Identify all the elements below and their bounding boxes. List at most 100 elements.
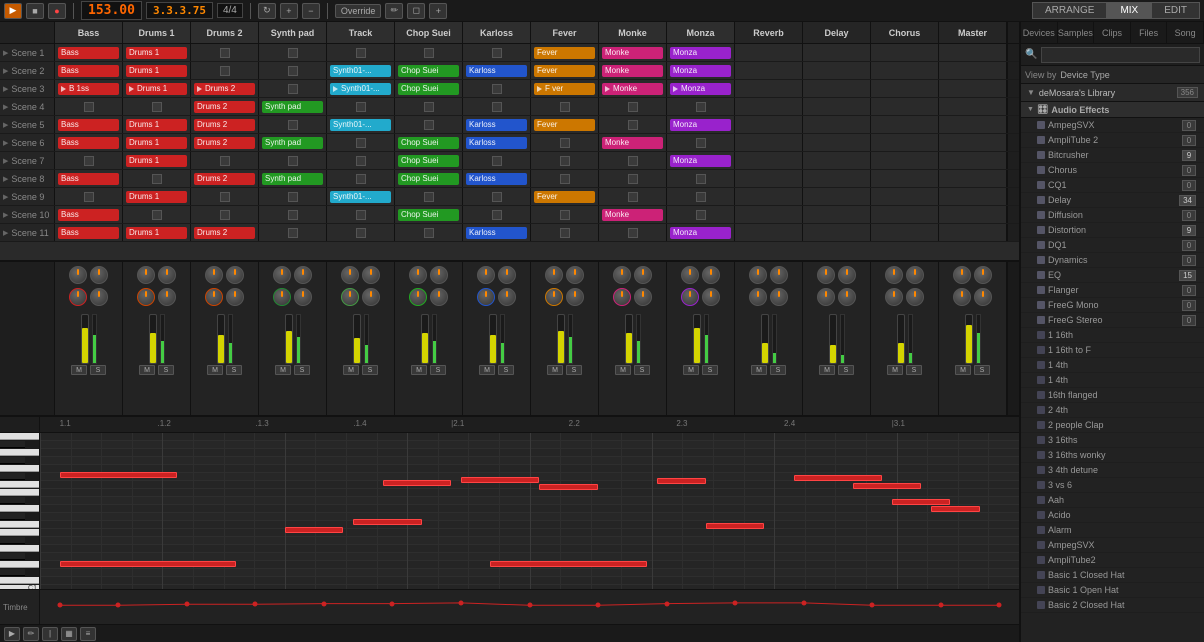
- clip-cell-6-13[interactable]: [939, 134, 1007, 151]
- s-btn-4[interactable]: S: [362, 365, 378, 375]
- clip-cell-1-0[interactable]: Bass: [55, 44, 123, 61]
- stop-cell-10-1[interactable]: [152, 210, 162, 220]
- clip-cell-2-0[interactable]: Bass: [55, 62, 123, 79]
- stop-cell-5-8[interactable]: [628, 120, 638, 130]
- automation-point[interactable]: [733, 600, 738, 605]
- knob-2-0[interactable]: [205, 266, 223, 284]
- knob2-0-0[interactable]: [69, 288, 87, 306]
- stop-cell-6-4[interactable]: [356, 138, 366, 148]
- knob-9-1[interactable]: [702, 266, 720, 284]
- clip-cell-6-5[interactable]: Chop Suei: [395, 134, 463, 151]
- note-1[interactable]: [383, 480, 452, 486]
- clip-cell-11-11[interactable]: [803, 224, 871, 241]
- clip-cell-10-1[interactable]: [123, 206, 191, 223]
- clip-item-1-16th-to-f[interactable]: 1 16th to F: [1021, 343, 1204, 358]
- knob-6-1[interactable]: [498, 266, 516, 284]
- note-4[interactable]: [657, 478, 706, 484]
- clip-cell-6-12[interactable]: [871, 134, 939, 151]
- fader-11[interactable]: [829, 314, 837, 364]
- stop-cell-11-4[interactable]: [356, 228, 366, 238]
- fader-5[interactable]: [421, 314, 429, 364]
- stop-cell-6-7[interactable]: [560, 138, 570, 148]
- clip-cell-7-11[interactable]: [803, 152, 871, 169]
- automation-point[interactable]: [801, 600, 806, 605]
- stop-cell-9-6[interactable]: [492, 192, 502, 202]
- scene-play-4[interactable]: ▶: [3, 103, 8, 111]
- clip-cell-10-9[interactable]: [667, 206, 735, 223]
- lib-item-distortion[interactable]: Distortion9: [1021, 223, 1204, 238]
- knob2-13-0[interactable]: [953, 288, 971, 306]
- note-11[interactable]: [706, 523, 765, 529]
- stop-cell-5-3[interactable]: [288, 120, 298, 130]
- clip-cell-8-3[interactable]: Synth pad: [259, 170, 327, 187]
- piano-key-15[interactable]: [0, 553, 25, 560]
- arrangement-scrollbar[interactable]: [1007, 262, 1019, 415]
- clip-cell-7-4[interactable]: [327, 152, 395, 169]
- fader-1[interactable]: [149, 314, 157, 364]
- m-btn-5[interactable]: M: [411, 365, 427, 375]
- clip-cell-10-0[interactable]: Bass: [55, 206, 123, 223]
- stop-cell-10-3[interactable]: [288, 210, 298, 220]
- clip-cell-11-13[interactable]: [939, 224, 1007, 241]
- stop-cell-4-5[interactable]: [424, 102, 434, 112]
- clip-cell-10-10[interactable]: [735, 206, 803, 223]
- stop-cell-7-3[interactable]: [288, 156, 298, 166]
- knob2-6-0[interactable]: [477, 288, 495, 306]
- clip-cell-10-6[interactable]: [463, 206, 531, 223]
- knob2-1-1[interactable]: [158, 288, 176, 306]
- clip-cell-4-3[interactable]: Synth pad: [259, 98, 327, 115]
- knob-8-1[interactable]: [634, 266, 652, 284]
- note-3[interactable]: [539, 484, 598, 490]
- clip-cell-3-1[interactable]: Drums 1: [123, 80, 191, 97]
- clip-cell-4-7[interactable]: [531, 98, 599, 115]
- knob2-7-0[interactable]: [545, 288, 563, 306]
- clip-cell-2-6[interactable]: Karloss: [463, 62, 531, 79]
- clip-cell-11-7[interactable]: [531, 224, 599, 241]
- stop-cell-11-3[interactable]: [288, 228, 298, 238]
- knob-1-0[interactable]: [137, 266, 155, 284]
- automation-curve[interactable]: [40, 590, 1019, 624]
- lib-item-amplitube-2[interactable]: AmpliTube 20: [1021, 133, 1204, 148]
- stop-cell-4-7[interactable]: [560, 102, 570, 112]
- knob2-2-1[interactable]: [226, 288, 244, 306]
- footer-btn-5[interactable]: ≡: [80, 627, 96, 641]
- note-6[interactable]: [490, 561, 647, 567]
- clip-cell-10-13[interactable]: [939, 206, 1007, 223]
- clip-cell-3-9[interactable]: Monza: [667, 80, 735, 97]
- knob-13-1[interactable]: [974, 266, 992, 284]
- piano-key-13[interactable]: [0, 537, 25, 544]
- clip-cell-9-2[interactable]: [191, 188, 259, 205]
- m-btn-11[interactable]: M: [819, 365, 835, 375]
- automation-point[interactable]: [596, 603, 601, 608]
- stop-cell-4-8[interactable]: [628, 102, 638, 112]
- loop-btn[interactable]: ↻: [258, 3, 276, 19]
- stop-cell-6-9[interactable]: [696, 138, 706, 148]
- clip-cell-7-12[interactable]: [871, 152, 939, 169]
- knob-7-0[interactable]: [545, 266, 563, 284]
- stop-cell-4-9[interactable]: [696, 102, 706, 112]
- fader-0[interactable]: [81, 314, 89, 364]
- clip-cell-5-7[interactable]: Fever: [531, 116, 599, 133]
- knob-11-1[interactable]: [838, 266, 856, 284]
- search-input[interactable]: [1041, 47, 1200, 63]
- clip-cell-8-10[interactable]: [735, 170, 803, 187]
- automation-point[interactable]: [184, 602, 189, 607]
- clip-cell-1-10[interactable]: [735, 44, 803, 61]
- clip-cell-7-7[interactable]: [531, 152, 599, 169]
- clip-item-acido[interactable]: Acido: [1021, 508, 1204, 523]
- clip-cell-5-5[interactable]: [395, 116, 463, 133]
- clip-cell-1-1[interactable]: Drums 1: [123, 44, 191, 61]
- stop-cell-3-3[interactable]: [288, 84, 298, 94]
- piano-key-4[interactable]: [0, 465, 40, 472]
- stop-btn[interactable]: ■: [26, 3, 44, 19]
- clip-cell-2-10[interactable]: [735, 62, 803, 79]
- knob-4-1[interactable]: [362, 266, 380, 284]
- stop-cell-9-2[interactable]: [220, 192, 230, 202]
- piano-key-10[interactable]: [0, 513, 25, 520]
- fader-4[interactable]: [353, 314, 361, 364]
- scene-play-10[interactable]: ▶: [3, 211, 8, 219]
- stop-cell-1-5[interactable]: [424, 48, 434, 58]
- lib-item-chorus[interactable]: Chorus0: [1021, 163, 1204, 178]
- piano-key-16[interactable]: [0, 561, 40, 568]
- clip-cell-8-13[interactable]: [939, 170, 1007, 187]
